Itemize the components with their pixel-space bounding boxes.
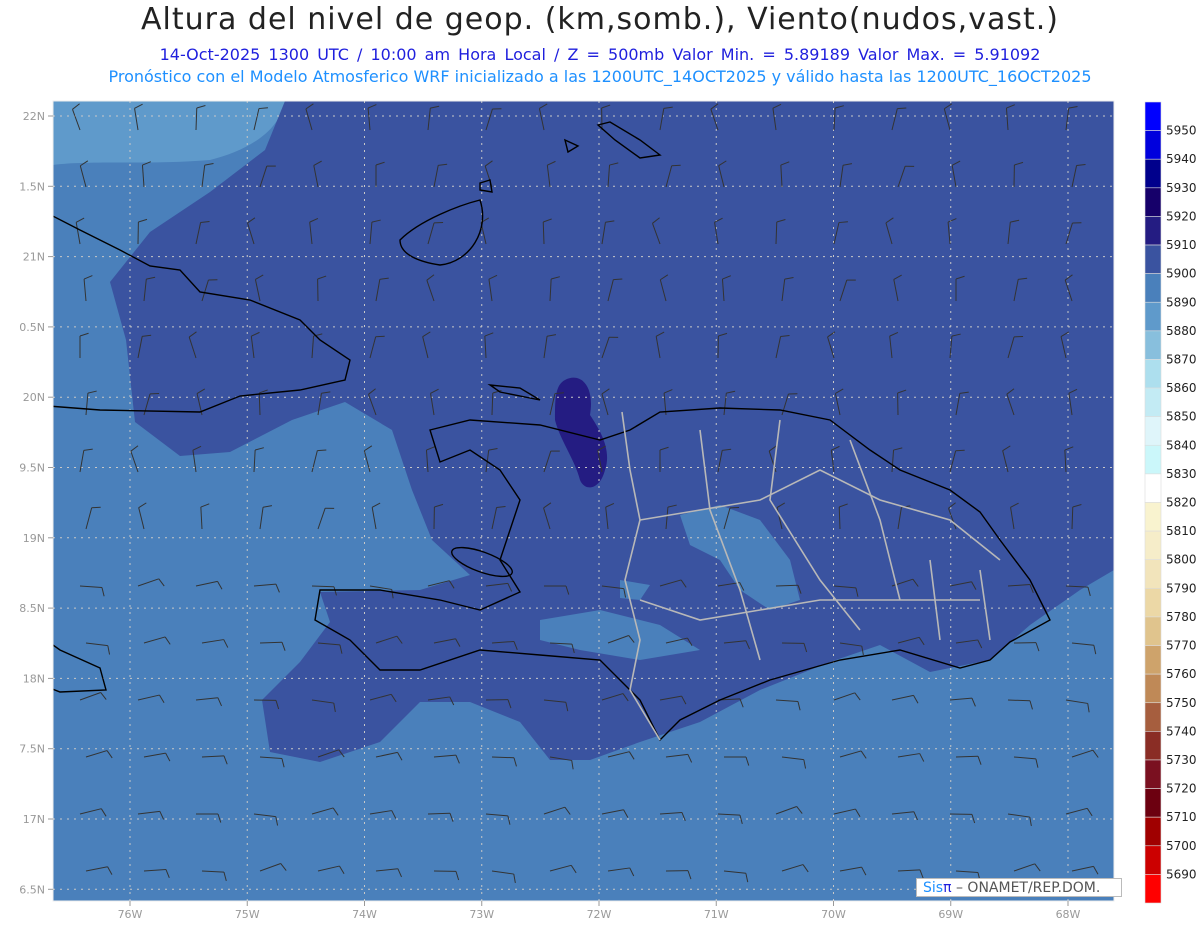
model-info: Pronóstico con el Modelo Atmosferico WRF…	[108, 67, 1092, 86]
colorbar-swatch	[1144, 444, 1162, 475]
geopotential-map: 76W 75W 74W 73W 72W 71W 70W 69W 68W 22N 1.5N 21N 0.5…	[19, 100, 1197, 921]
wind-barb	[1119, 218, 1127, 244]
colorbar-label: 5930	[1166, 181, 1197, 195]
brand-pi: π	[943, 880, 952, 896]
colorbar-label: 5940	[1166, 152, 1197, 166]
colorbar-swatch	[1144, 359, 1162, 389]
colorbar-label: 5730	[1166, 753, 1197, 767]
wind-barb	[1123, 333, 1131, 358]
colorbar-label: 5710	[1166, 810, 1197, 824]
colorbar: 5950 5940 5930 5920 5910 5900 5890 5880 5870 5860…	[1144, 101, 1197, 904]
wind-barb	[1130, 507, 1144, 529]
colorbar-label: 5880	[1166, 324, 1197, 338]
colorbar-label: 5830	[1166, 467, 1197, 481]
colorbar-label: 5950	[1166, 124, 1197, 138]
lon-label: 71W	[704, 908, 729, 921]
colorbar-swatch	[1144, 788, 1162, 818]
lat-label: 8.5N	[19, 602, 45, 615]
colorbar-swatch	[1144, 874, 1162, 904]
colorbar-swatch	[1144, 330, 1162, 360]
lat-label: 17N	[23, 813, 45, 826]
lon-label: 74W	[352, 908, 377, 921]
colorbar-swatch	[1144, 387, 1162, 417]
colorbar-swatch	[1144, 273, 1162, 303]
lat-label: 1.5N	[19, 180, 45, 193]
lon-label: 69W	[938, 908, 963, 921]
lat-label: 9.5N	[19, 462, 45, 475]
colorbar-label: 5760	[1166, 667, 1197, 681]
colorbar-label: 5900	[1166, 267, 1197, 281]
wind-barb	[1127, 275, 1135, 301]
colorbar-swatch	[1144, 473, 1162, 503]
lon-label: 76W	[118, 908, 143, 921]
colorbar-label: 5810	[1166, 524, 1197, 538]
colorbar-label: 5890	[1166, 295, 1197, 309]
colorbar-swatch	[1144, 216, 1162, 246]
colorbar-swatch	[1144, 588, 1162, 618]
colorbar-swatch	[1144, 816, 1162, 847]
lon-label: 70W	[821, 908, 846, 921]
wind-barb	[1130, 391, 1140, 415]
colorbar-label: 5720	[1166, 782, 1197, 796]
lon-label: 68W	[1056, 908, 1081, 921]
colorbar-swatch	[1144, 130, 1162, 160]
colorbar-label: 5910	[1166, 238, 1197, 252]
credit-text: – ONAMET/REP.DOM.	[955, 880, 1101, 896]
colorbar-label: 5820	[1166, 496, 1197, 510]
wind-barb	[1124, 161, 1131, 187]
colorbar-swatch	[1144, 616, 1162, 646]
colorbar-swatch	[1144, 559, 1162, 589]
lon-label: 72W	[587, 908, 612, 921]
colorbar-swatch	[1144, 530, 1162, 561]
lon-label: 73W	[469, 908, 494, 921]
colorbar-label: 5840	[1166, 438, 1197, 452]
colorbar-swatch	[1144, 502, 1162, 532]
colorbar-swatch	[1144, 702, 1162, 732]
brand-sis: Sis	[923, 880, 944, 896]
colorbar-swatch	[1144, 645, 1162, 675]
lat-label: 22N	[23, 110, 45, 123]
lat-label: 7.5N	[19, 743, 45, 756]
colorbar-label: 5780	[1166, 610, 1197, 624]
chart-title: Altura del nivel de geop. (km,somb.), Vi…	[141, 2, 1059, 37]
lon-label: 75W	[235, 908, 260, 921]
wind-barb	[1124, 109, 1140, 130]
colorbar-label: 5700	[1166, 839, 1197, 853]
colorbar-label: 5850	[1166, 410, 1197, 424]
lat-label: 0.5N	[19, 321, 45, 334]
colorbar-swatch	[1144, 673, 1162, 704]
colorbar-swatch	[1144, 158, 1162, 189]
colorbar-label: 5800	[1166, 553, 1197, 567]
lat-label: 20N	[23, 391, 45, 404]
colorbar-label: 5770	[1166, 639, 1197, 653]
lat-label: 21N	[23, 251, 45, 264]
colorbar-swatch	[1144, 301, 1162, 332]
colorbar-label: 5790	[1166, 581, 1197, 595]
lat-label: 6.5N	[19, 883, 45, 896]
colorbar-swatch	[1144, 244, 1162, 274]
colorbar-swatch	[1144, 187, 1162, 217]
colorbar-label: 5740	[1166, 724, 1197, 738]
lat-label: 19N	[23, 532, 45, 545]
chart-subtitle: 14-Oct-2025 1300 UTC / 10:00 am Hora Loc…	[159, 45, 1041, 64]
colorbar-label: 5860	[1166, 381, 1197, 395]
lat-label: 18N	[23, 672, 45, 685]
colorbar-label: 5690	[1166, 867, 1197, 881]
colorbar-swatch	[1144, 845, 1162, 875]
colorbar-label: 5920	[1166, 209, 1197, 223]
colorbar-swatch	[1144, 759, 1162, 789]
colorbar-label: 5870	[1166, 352, 1197, 366]
colorbar-label: 5750	[1166, 696, 1197, 710]
colorbar-swatch	[1144, 101, 1162, 131]
credit-box: Sisπ – ONAMET/REP.DOM.	[916, 878, 1122, 897]
colorbar-swatch	[1144, 416, 1162, 446]
wind-barb	[1124, 449, 1136, 472]
colorbar-swatch	[1144, 731, 1162, 761]
